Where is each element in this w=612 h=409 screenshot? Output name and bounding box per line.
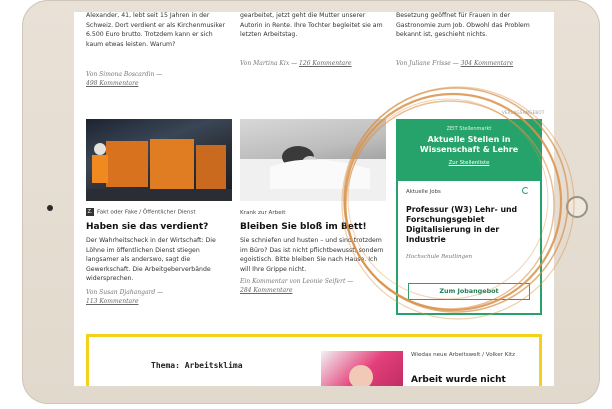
- article-teaser-text: Alexander, 41, lebt seit 15 Jahren in de…: [86, 12, 226, 48]
- job-ad-box: ZEIT Stellenmarkt Aktuelle Stellen in Wi…: [396, 119, 542, 315]
- article-meta: Von Martina Kix — 126 Kommentare: [240, 60, 352, 67]
- home-button[interactable]: [566, 196, 588, 218]
- job-ad-title: Aktuelle Stellen in Wissenschaft & Lehre: [419, 135, 519, 154]
- sick-in-bed-photo: [240, 146, 386, 201]
- job-ad-brand: ZEIT Stellenmarkt: [446, 126, 492, 132]
- article-teaser-text: gearbeitet, jetzt geht die Mutter unsere…: [240, 12, 383, 39]
- article-meta: Ein Kommentar von Leonie Seifert — 284 K…: [240, 278, 354, 294]
- article-image[interactable]: [86, 119, 232, 201]
- comments-link[interactable]: 284 Kommentare: [240, 287, 293, 294]
- loading-spinner-icon: [522, 187, 529, 194]
- job-section-label: Aktuelle Jobs: [406, 189, 441, 195]
- article-meta: Von Juliane Frisse — 304 Kommentare: [396, 60, 514, 67]
- article-image[interactable]: [240, 119, 386, 201]
- comments-link[interactable]: 113 Kommentare: [86, 298, 139, 305]
- workers-photo: [86, 139, 232, 201]
- zeit-logo-icon: Z.: [86, 208, 94, 216]
- article-meta: Von Susan Djahangard — 113 Kommentare: [86, 289, 164, 305]
- job-title[interactable]: Professur (W3) Lehr- und Forschungsgebie…: [406, 205, 534, 245]
- camera-icon: [47, 205, 53, 211]
- article-teaser-text: Besetzung geöffnet für Frauen in der Gas…: [396, 12, 530, 39]
- theme-article-image[interactable]: [321, 351, 403, 386]
- job-list-link[interactable]: Zur Stellenliste: [398, 160, 540, 166]
- ad-label: VERLAGSANGEBOT: [502, 110, 545, 115]
- hand-photo: [349, 365, 373, 386]
- article-kicker: Z. Fakt oder Fake / Öffentlicher Dienst: [86, 208, 196, 216]
- theme-box: Thema: Arbeitsklima Wiedas neue Arbeitsw…: [86, 334, 542, 386]
- article-headline[interactable]: Haben sie das verdient?: [86, 222, 232, 233]
- author: Von Susan Djahangard: [86, 289, 156, 296]
- article-teaser-text: Der Wahrheitscheck in der Wirtschaft: Di…: [86, 237, 216, 283]
- article-teaser-text: Sie schniefen und husten – und sind trot…: [240, 237, 384, 273]
- author: Ein Kommentar von Leonie Seifert: [240, 278, 346, 285]
- author: Von Juliane Frisse: [396, 60, 451, 67]
- theme-article-kicker: Wiedas neue Arbeitswelt / Volker Kitz: [411, 352, 516, 358]
- article-kicker: Krank zur Arbeit: [240, 210, 286, 216]
- author: Von Martina Kix: [240, 60, 290, 67]
- comments-link[interactable]: 126 Kommentare: [299, 60, 352, 67]
- article-meta: Von Simona Boscardin — 498 Kommentare: [86, 71, 163, 87]
- job-ad-header: ZEIT Stellenmarkt Aktuelle Stellen in Wi…: [398, 121, 540, 181]
- comments-link[interactable]: 304 Kommentare: [461, 60, 514, 67]
- article-headline[interactable]: Bleiben Sie bloß im Bett!: [240, 222, 386, 233]
- job-employer: Hochschule Reutlingen: [406, 254, 473, 260]
- comments-link[interactable]: 498 Kommentare: [86, 80, 139, 87]
- theme-article-headline[interactable]: Arbeit wurde nicht: [411, 375, 535, 386]
- theme-label: Thema: Arbeitsklima: [151, 361, 243, 370]
- job-offer-button[interactable]: Zum Jobangebot: [408, 283, 530, 300]
- author: Von Simona Boscardin: [86, 71, 155, 78]
- web-page: Alexander, 41, lebt seit 15 Jahren in de…: [74, 12, 554, 386]
